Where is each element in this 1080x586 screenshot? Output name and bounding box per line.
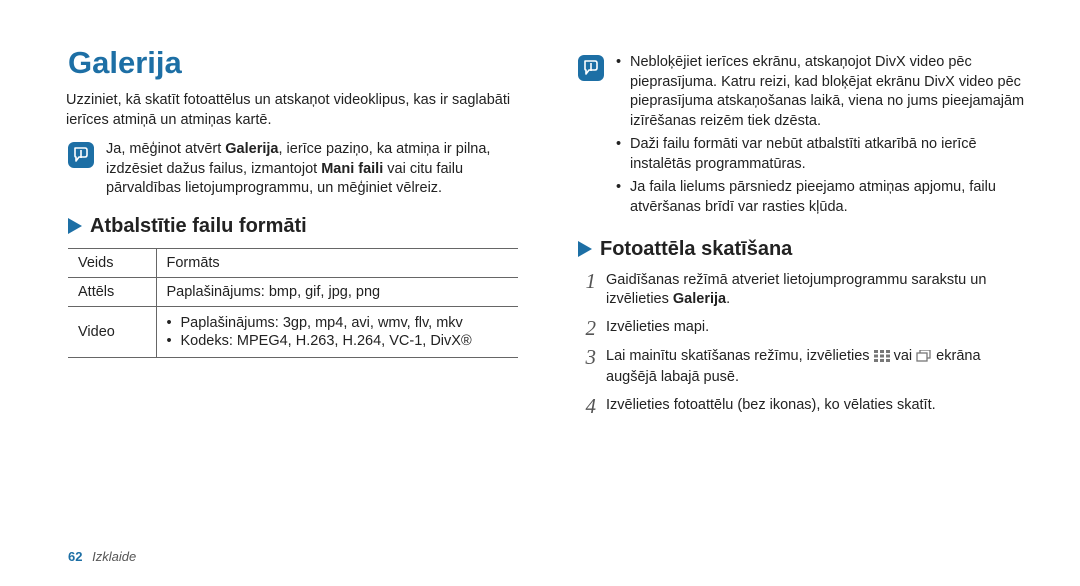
- table-cell-image-value: Paplašinājums: bmp, gif, jpg, png: [156, 277, 518, 306]
- step-body: Izvēlieties mapi.: [606, 318, 709, 339]
- step-number: 2: [578, 318, 596, 339]
- table-row: Video Paplašinājums: 3gp, mp4, avi, wmv,…: [68, 306, 518, 357]
- chevron-right-icon: [68, 218, 82, 234]
- page-footer: 62 Izklaide: [68, 549, 136, 564]
- step3-mid: vai: [890, 348, 917, 364]
- note-right-item: Daži failu formāti var nebūt atbalstīti …: [616, 135, 1025, 174]
- note-right-item: Ja faila lielums pārsniedz pieejamo atmi…: [616, 178, 1025, 217]
- note-block-right: Nebloķējiet ierīces ekrānu, atskaņojot D…: [578, 53, 1025, 222]
- section-header-view: Fotoattēla skatīšana: [578, 238, 1025, 261]
- step3-prefix: Lai mainītu skatīšanas režīmu, izvēlieti…: [606, 348, 874, 364]
- right-column: Nebloķējiet ierīces ekrānu, atskaņojot D…: [578, 45, 1025, 425]
- table-cell-image-label: Attēls: [68, 277, 156, 306]
- note-text: Ja, mēģinot atvērt Galerija, ierīce pazi…: [106, 140, 518, 199]
- step-3: 3 Lai mainītu skatīšanas režīmu, izvēlie…: [578, 347, 1025, 388]
- formats-table: Veids Formāts Attēls Paplašinājums: bmp,…: [68, 248, 518, 358]
- chevron-right-icon: [578, 241, 592, 257]
- table-row: Attēls Paplašinājums: bmp, gif, jpg, png: [68, 277, 518, 306]
- note-text-right: Nebloķējiet ierīces ekrānu, atskaņojot D…: [616, 53, 1025, 222]
- step-number: 3: [578, 347, 596, 388]
- stack-view-icon: [916, 349, 932, 369]
- section-name: Izklaide: [92, 549, 136, 564]
- page-title: Galerija: [68, 45, 518, 81]
- note-block-left: Ja, mēģinot atvērt Galerija, ierīce pazi…: [68, 140, 518, 199]
- note-icon: [68, 142, 94, 168]
- note-left-prefix: Ja, mēģinot atvērt: [106, 141, 225, 157]
- note-right-item: Nebloķējiet ierīces ekrānu, atskaņojot D…: [616, 53, 1025, 131]
- table-cell-video-value: Paplašinājums: 3gp, mp4, avi, wmv, flv, …: [156, 306, 518, 357]
- step-body: Izvēlieties fotoattēlu (bez ikonas), ko …: [606, 396, 936, 417]
- note-icon: [578, 55, 604, 81]
- note-left-bold1: Galerija: [225, 141, 278, 157]
- intro-paragraph: Uzziniet, kā skatīt fotoattēlus un atska…: [66, 91, 518, 130]
- step1-bold: Galerija: [673, 291, 726, 307]
- video-item: Paplašinājums: 3gp, mp4, avi, wmv, flv, …: [167, 315, 509, 331]
- step-number: 4: [578, 396, 596, 417]
- left-column: Galerija Uzziniet, kā skatīt fotoattēlus…: [68, 45, 518, 425]
- step-2: 2 Izvēlieties mapi.: [578, 318, 1025, 339]
- steps-list: 1 Gaidīšanas režīmā atveriet lietojumpro…: [578, 271, 1025, 417]
- step-number: 1: [578, 271, 596, 310]
- step1-suffix: .: [726, 291, 730, 307]
- table-header-row: Veids Formāts: [68, 248, 518, 277]
- table-head-type: Veids: [68, 248, 156, 277]
- step1-prefix: Gaidīšanas režīmā atveriet lietojumprogr…: [606, 272, 986, 308]
- two-column-layout: Galerija Uzziniet, kā skatīt fotoattēlus…: [68, 45, 1025, 425]
- grid-view-icon: [874, 349, 890, 369]
- step-body: Gaidīšanas režīmā atveriet lietojumprogr…: [606, 271, 1025, 310]
- section-header-formats: Atbalstītie failu formāti: [68, 215, 518, 238]
- manual-page: Galerija Uzziniet, kā skatīt fotoattēlus…: [0, 0, 1080, 586]
- step-4: 4 Izvēlieties fotoattēlu (bez ikonas), k…: [578, 396, 1025, 417]
- video-item: Kodeks: MPEG4, H.263, H.264, VC-1, DivX®: [167, 333, 509, 349]
- step-1: 1 Gaidīšanas režīmā atveriet lietojumpro…: [578, 271, 1025, 310]
- section-heading-view: Fotoattēla skatīšana: [600, 238, 792, 261]
- note-left-bold2: Mani faili: [321, 161, 383, 177]
- page-number: 62: [68, 549, 82, 564]
- table-head-format: Formāts: [156, 248, 518, 277]
- table-cell-video-label: Video: [68, 306, 156, 357]
- step-body: Lai mainītu skatīšanas režīmu, izvēlieti…: [606, 347, 1025, 388]
- section-heading-formats: Atbalstītie failu formāti: [90, 215, 307, 238]
